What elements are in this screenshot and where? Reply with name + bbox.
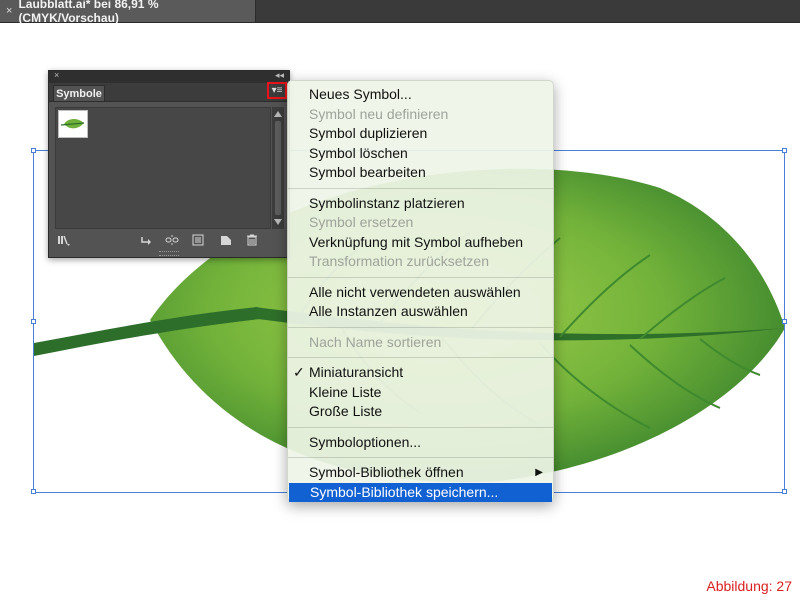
menu-item-symbol-duplizieren[interactable]: Symbol duplizieren — [288, 124, 553, 144]
menu-item-label: Miniaturansicht — [309, 364, 404, 380]
menu-item-alle-nicht-verwendeten-auswahlen[interactable]: Alle nicht verwendeten auswählen — [288, 283, 553, 303]
scroll-thumb[interactable] — [275, 121, 281, 215]
menu-separator — [288, 426, 553, 428]
document-tab-bar: × Laubblatt.ai* bei 86,91 % (CMYK/Vorsch… — [0, 0, 800, 25]
menu-item-label: Symboloptionen... — [309, 433, 422, 450]
menu-item-label: Nach Name sortieren — [309, 333, 442, 350]
menu-item-label: Verknüpfung mit Symbol aufheben — [309, 233, 524, 250]
menu-item-symbol-bibliothek-offnen[interactable]: Symbol-Bibliothek öffnen ▶ — [288, 463, 553, 483]
symbols-panel: × ◂◂ Symbole ▾≡ — [48, 70, 290, 258]
menu-item-symbol-bearbeiten[interactable]: Symbol bearbeiten — [288, 163, 553, 183]
resize-handle-top-right[interactable] — [782, 148, 787, 153]
menu-item-transformation-zurucksetzen: Transformation zurücksetzen — [288, 252, 553, 272]
menu-item-verknupfung-mit-symbol-aufheben[interactable]: Verknüpfung mit Symbol aufheben — [288, 233, 553, 253]
menu-item-label: Kleine Liste — [309, 383, 382, 400]
menu-separator — [288, 276, 553, 278]
menu-item-label: Symbol duplizieren — [309, 125, 428, 141]
scroll-down-icon[interactable] — [274, 219, 282, 225]
menu-item-nach-name-sortieren: Nach Name sortieren — [288, 333, 553, 353]
menu-item-label: Neues Symbol... — [309, 86, 412, 102]
collapse-panel-icon[interactable]: ◂◂ — [275, 70, 284, 81]
menu-item-alle-instanzen-auswahlen[interactable]: Alle Instanzen auswählen — [288, 302, 553, 322]
tab-symbols[interactable]: Symbole — [53, 85, 105, 101]
delete-icon[interactable] — [245, 234, 259, 246]
leaf-icon — [60, 118, 85, 129]
panel-tab-row: Symbole ▾≡ — [49, 82, 289, 102]
menu-item-label: Symbolinstanz platzieren — [309, 194, 465, 211]
symbols-panel-flyout-menu: Neues Symbol... Symbol neu definieren Symb… — [287, 80, 554, 502]
menu-item-label: Symbol bearbeiten — [309, 164, 426, 180]
submenu-arrow-icon: ▶ — [535, 467, 543, 478]
menu-separator — [288, 457, 553, 458]
resize-handle-middle-left[interactable] — [31, 319, 36, 324]
menu-item-label: Alle nicht verwendeten auswählen — [309, 283, 521, 300]
checkmark-icon: ✓ — [293, 364, 305, 380]
panel-title-bar[interactable]: × ◂◂ — [49, 70, 289, 83]
scroll-up-icon[interactable] — [274, 111, 282, 117]
menu-item-label: Symbol neu definieren — [309, 105, 449, 122]
symbol-thumbnail-leaf[interactable] — [58, 110, 88, 138]
new-symbol-icon[interactable] — [219, 234, 233, 246]
figure-caption: Abbildung: 27 — [706, 578, 792, 594]
close-panel-icon[interactable]: × — [54, 70, 59, 80]
resize-handle-bottom-left[interactable] — [31, 489, 36, 494]
menu-item-miniaturansicht[interactable]: ✓ Miniaturansicht — [288, 363, 553, 383]
menu-item-label: Große Liste — [309, 403, 383, 419]
menu-separator — [288, 326, 553, 328]
menu-item-kleine-liste[interactable]: Kleine Liste — [288, 383, 553, 403]
menu-item-label: Symbol löschen — [309, 144, 408, 161]
menu-item-grosse-liste[interactable]: Große Liste — [288, 402, 553, 422]
symbols-grid — [55, 107, 271, 229]
menu-item-label: Alle Instanzen auswählen — [309, 303, 468, 319]
menu-item-symbolinstanz-platzieren[interactable]: Symbolinstanz platzieren — [288, 194, 553, 214]
menu-item-symbol-ersetzen: Symbol ersetzen — [288, 213, 553, 233]
place-symbol-icon[interactable] — [139, 234, 153, 246]
menu-item-symbol-neu-definieren: Symbol neu definieren — [288, 105, 553, 125]
menu-item-label: Symbol-Bibliothek speichern... — [310, 483, 499, 500]
menu-item-symboloptionen[interactable]: Symboloptionen... — [288, 433, 553, 453]
menu-item-label: Transformation zurücksetzen — [309, 253, 489, 269]
resize-handle-bottom-right[interactable] — [782, 489, 787, 494]
panel-bottom-toolbar — [49, 231, 289, 251]
break-link-icon[interactable] — [165, 234, 179, 246]
symbol-options-icon[interactable] — [191, 234, 205, 246]
panel-menu-icon[interactable]: ▾≡ — [267, 82, 287, 99]
menu-item-symbol-bibliothek-speichern[interactable]: Symbol-Bibliothek speichern... — [289, 482, 552, 502]
document-title: Laubblatt.ai* bei 86,91 % (CMYK/Vorschau… — [18, 0, 159, 25]
menu-separator — [288, 357, 553, 358]
panel-scrollbar[interactable] — [272, 107, 284, 229]
menu-item-neues-symbol[interactable]: Neues Symbol... — [288, 85, 553, 105]
panel-resize-grip[interactable] — [159, 251, 179, 256]
close-tab-icon[interactable]: × — [6, 5, 12, 17]
resize-handle-top-left[interactable] — [31, 148, 36, 153]
resize-handle-middle-right[interactable] — [782, 319, 787, 324]
menu-item-label: Symbol-Bibliothek öffnen — [309, 464, 464, 480]
menu-item-label: Symbol ersetzen — [309, 214, 414, 230]
document-tab[interactable]: × Laubblatt.ai* bei 86,91 % (CMYK/Vorsch… — [0, 0, 256, 25]
library-menu-icon[interactable] — [57, 234, 71, 246]
menu-separator — [288, 187, 553, 189]
menu-item-symbol-loschen[interactable]: Symbol löschen — [288, 144, 553, 164]
